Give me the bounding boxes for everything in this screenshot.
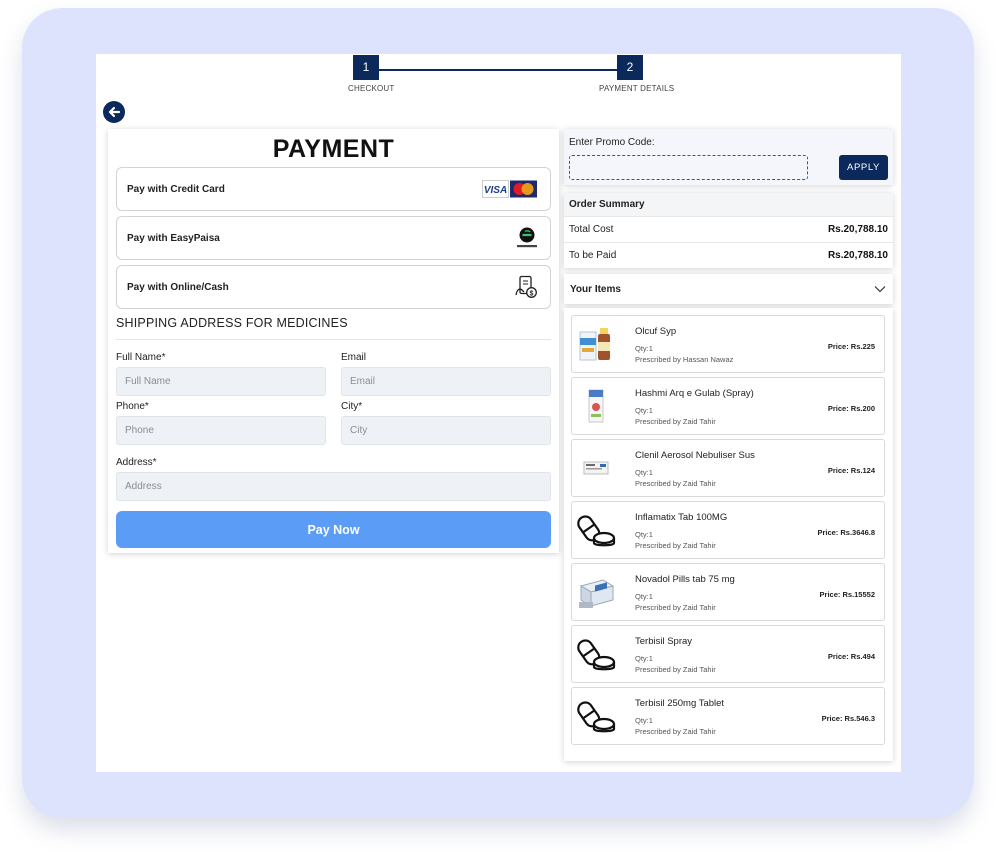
- back-button[interactable]: [103, 101, 125, 123]
- item-prescriber: Prescribed by Zaid Tahir: [635, 727, 716, 736]
- summary-total-label: Total Cost: [569, 223, 614, 235]
- items-list: Olcuf Syp Qty:1 Prescribed by Hassan Naw…: [564, 308, 893, 761]
- list-item: Inflamatix Tab 100MG Qty:1 Prescribed by…: [571, 501, 885, 559]
- pills-icon: [574, 508, 618, 552]
- easypaisa-icon: [517, 227, 537, 248]
- summary-to-pay-label: To be Paid: [569, 249, 617, 261]
- item-price: Price: Rs.225: [827, 342, 875, 351]
- item-name: Clenil Aerosol Nebuliser Sus: [635, 450, 755, 461]
- item-price: Price: Rs.3646.8: [817, 528, 875, 537]
- item-prescriber: Prescribed by Zaid Tahir: [635, 417, 716, 426]
- full-name-input[interactable]: [116, 367, 326, 396]
- item-prescriber: Prescribed by Zaid Tahir: [635, 665, 716, 674]
- nebuliser-box-image: [574, 446, 618, 490]
- item-price: Price: Rs.124: [827, 466, 875, 475]
- shipping-title: SHIPPING ADDRESS FOR MEDICINES: [116, 316, 348, 330]
- city-input[interactable]: [341, 416, 551, 445]
- item-name: Terbisil 250mg Tablet: [635, 698, 725, 709]
- item-price: Price: Rs.494: [827, 652, 875, 661]
- svg-text:VISA: VISA: [484, 185, 507, 196]
- arrow-left-icon: [108, 106, 121, 118]
- pay-easypaisa-option[interactable]: Pay with EasyPaisa: [116, 216, 551, 260]
- item-name: Novadol Pills tab 75 mg: [635, 574, 735, 585]
- item-name: Olcuf Syp: [635, 326, 677, 337]
- pay-now-button[interactable]: Pay Now: [116, 511, 551, 548]
- address-input[interactable]: [116, 472, 551, 501]
- order-summary-card: Order Summary Total Cost Rs.20,788.10 To…: [564, 193, 893, 268]
- item-name: Terbisil Spray: [635, 636, 693, 647]
- svg-text:$: $: [530, 290, 534, 297]
- item-prescriber: Prescribed by Zaid Tahir: [635, 479, 716, 488]
- pay-online-cash-option[interactable]: Pay with Online/Cash $: [116, 265, 551, 309]
- pay-online-cash-label: Pay with Online/Cash: [127, 281, 229, 293]
- visa-mastercard-icon: VISA: [482, 180, 537, 198]
- list-item: Terbisil 250mg Tablet Qty:1 Prescribed b…: [571, 687, 885, 745]
- item-qty: Qty:1: [635, 592, 653, 601]
- list-item: Clenil Aerosol Nebuliser Sus Qty:1 Presc…: [571, 439, 885, 497]
- payment-card: PAYMENT Pay with Credit Card VISA Pay wi…: [108, 129, 559, 553]
- summary-to-pay-value: Rs.20,788.10: [827, 249, 888, 261]
- phone-label: Phone*: [116, 401, 149, 412]
- order-summary-title: Order Summary: [564, 193, 893, 216]
- city-label: City*: [341, 401, 363, 412]
- item-prescriber: Prescribed by Zaid Tahir: [635, 603, 716, 612]
- item-prescriber: Prescribed by Zaid Tahir: [635, 541, 716, 550]
- item-qty: Qty:1: [635, 716, 653, 725]
- apply-promo-button[interactable]: APPLY: [839, 155, 888, 180]
- list-item: Hashmi Arq e Gulab (Spray) Qty:1 Prescri…: [571, 377, 885, 435]
- list-item: Terbisil Spray Qty:1 Prescribed by Zaid …: [571, 625, 885, 683]
- checkout-screen: 1 CHECKOUT 2 PAYMENT DETAILS PAYMENT Pay…: [96, 54, 901, 772]
- step-1-label: CHECKOUT: [348, 84, 395, 93]
- phone-input[interactable]: [116, 416, 326, 445]
- full-name-label: Full Name*: [116, 352, 166, 363]
- your-items-toggle[interactable]: Your Items: [564, 274, 893, 304]
- item-prescriber: Prescribed by Hassan Nawaz: [635, 355, 734, 364]
- chevron-down-icon: [874, 286, 886, 293]
- spray-box-image: [574, 384, 618, 428]
- email-input[interactable]: [341, 367, 551, 396]
- step-2-label: PAYMENT DETAILS: [599, 84, 675, 93]
- item-qty: Qty:1: [635, 654, 653, 663]
- promo-code-input[interactable]: [569, 155, 808, 180]
- progress-stepper: 1 CHECKOUT 2 PAYMENT DETAILS: [96, 54, 901, 98]
- item-price: Price: Rs.200: [827, 404, 875, 413]
- pay-easypaisa-label: Pay with EasyPaisa: [127, 232, 220, 244]
- pills-icon: [574, 632, 618, 676]
- step-1-marker: 1: [353, 55, 379, 80]
- item-name: Inflamatix Tab 100MG: [635, 512, 728, 523]
- summary-row-to-pay: To be Paid Rs.20,788.10: [564, 242, 893, 267]
- your-items-title: Your Items: [570, 283, 621, 295]
- pills-icon: [574, 694, 618, 738]
- item-price: Price: Rs.15552: [819, 590, 875, 599]
- step-2-marker: 2: [617, 55, 643, 80]
- promo-label: Enter Promo Code:: [569, 137, 655, 148]
- item-qty: Qty:1: [635, 344, 653, 353]
- item-qty: Qty:1: [635, 406, 653, 415]
- item-qty: Qty:1: [635, 530, 653, 539]
- item-price: Price: Rs.546.3: [821, 714, 875, 723]
- syrup-bottle-image: [574, 322, 618, 366]
- summary-total-value: Rs.20,788.10: [827, 223, 888, 235]
- cash-payment-icon: $: [515, 275, 537, 298]
- promo-card: Enter Promo Code: APPLY: [564, 129, 893, 185]
- section-divider: [116, 339, 551, 340]
- summary-row-total: Total Cost Rs.20,788.10: [564, 216, 893, 241]
- item-qty: Qty:1: [635, 468, 653, 477]
- tablet-box-image: [574, 570, 618, 614]
- email-label: Email: [341, 352, 367, 363]
- page-title: PAYMENT: [272, 135, 395, 163]
- pay-credit-card-option[interactable]: Pay with Credit Card VISA: [116, 167, 551, 211]
- stepper-line: [378, 69, 630, 71]
- list-item: Olcuf Syp Qty:1 Prescribed by Hassan Naw…: [571, 315, 885, 373]
- address-label: Address*: [116, 457, 157, 468]
- item-name: Hashmi Arq e Gulab (Spray): [635, 388, 754, 399]
- pay-credit-card-label: Pay with Credit Card: [127, 183, 225, 195]
- list-item: Novadol Pills tab 75 mg Qty:1 Prescribed…: [571, 563, 885, 621]
